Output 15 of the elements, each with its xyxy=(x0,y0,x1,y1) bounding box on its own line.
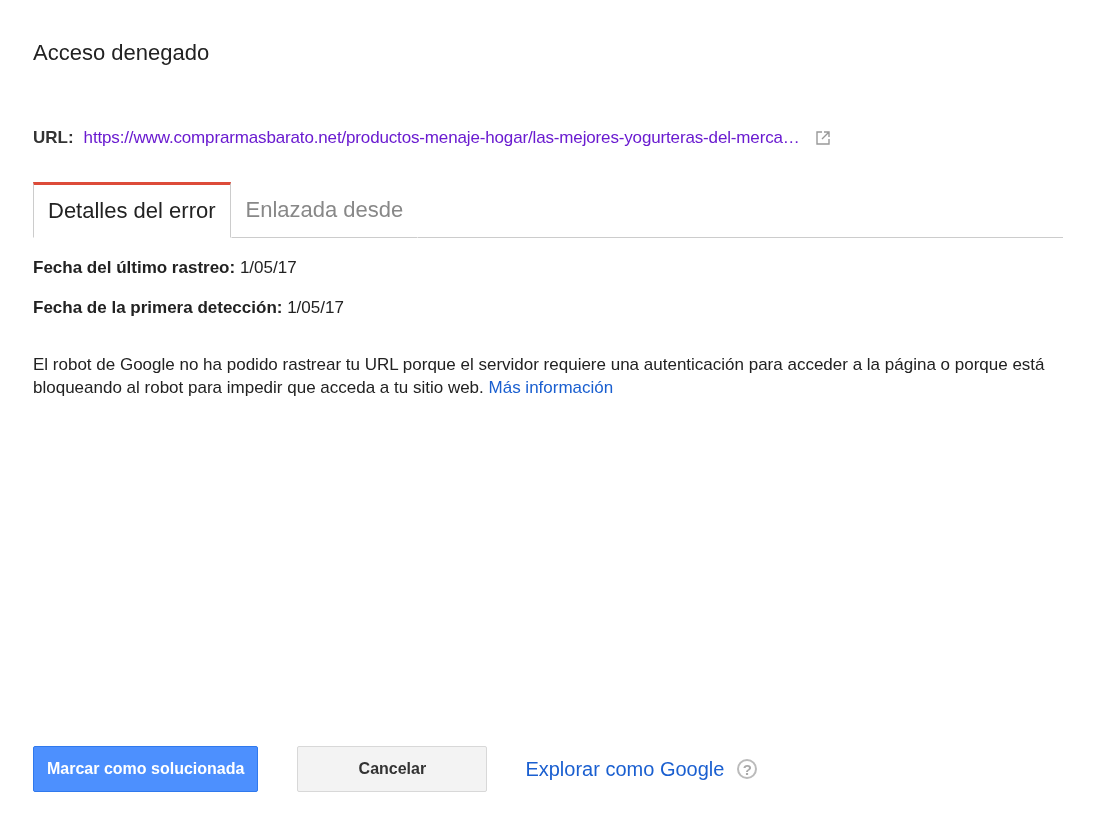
error-description: El robot de Google no ha podido rastrear tu URL porque el servidor requiere una autenticación para acceder a la página o porque está bloqueando al robot para impedir que acceda a tu sitio web. Más información xyxy=(33,354,1046,399)
external-link-icon[interactable] xyxy=(815,131,830,145)
more-info-link[interactable]: Más información xyxy=(488,378,614,397)
cancel-button[interactable]: Cancelar xyxy=(297,746,488,792)
url-label: URL: xyxy=(33,128,74,148)
field-value: 1/05/17 xyxy=(239,258,297,277)
url-link[interactable]: https://www.comprarmasbarato.net/productos-menaje-hogar/las-mejores-yogurteras-del-merca… xyxy=(83,128,800,148)
tab[interactable]: Enlazada desde xyxy=(230,182,419,238)
mark-fixed-button[interactable]: Marcar como solucionada xyxy=(33,746,259,792)
tab[interactable]: Detalles del error xyxy=(33,182,231,238)
dialog-title: Acceso denegado xyxy=(33,39,211,67)
field-label: Fecha de la primera detección: xyxy=(33,298,283,317)
fetch-as-google-link[interactable]: Explorar como Google xyxy=(525,757,725,781)
field-value: 1/05/17 xyxy=(287,298,344,317)
field-label: Fecha del último rastreo: xyxy=(33,258,236,277)
